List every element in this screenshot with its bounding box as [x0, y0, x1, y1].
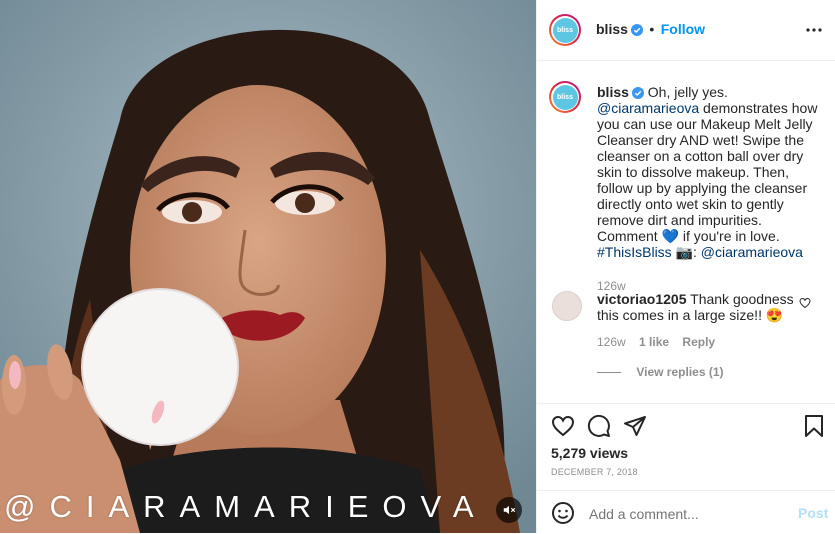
like-button[interactable] [551, 414, 575, 443]
heart-icon [799, 297, 811, 309]
header-separator: • [649, 21, 655, 37]
comment-input[interactable] [587, 503, 791, 525]
commenter-avatar[interactable] [552, 291, 582, 321]
save-button[interactable] [803, 414, 825, 443]
emoji-button[interactable] [551, 501, 575, 530]
header-username[interactable]: bliss [596, 21, 628, 37]
post-actions: 5,279 views DECEMBER 7, 2018 [537, 403, 835, 491]
smiley-icon [552, 502, 574, 524]
more-options-button[interactable] [805, 21, 823, 39]
verified-badge-icon [631, 87, 644, 100]
comment-like-button[interactable] [799, 296, 811, 314]
post-comment-button[interactable]: Post [798, 505, 828, 521]
share-button[interactable] [623, 414, 647, 443]
caption-hashtag[interactable]: #ThisIsBliss [597, 244, 672, 260]
post-media[interactable]: @CIARAMARIEOVA [0, 0, 536, 533]
creator-watermark: @CIARAMARIEOVA [4, 489, 488, 524]
comment-likes[interactable]: 1 like [639, 335, 669, 349]
caption-text-2: demonstrates how you can use our Makeup … [597, 100, 818, 244]
verified-badge-icon [630, 23, 643, 36]
bookmark-icon [805, 415, 823, 437]
post-side-panel: bliss bliss • Follow bliss bliss Oh, jel… [536, 0, 835, 533]
view-replies-button[interactable]: View replies (1) [636, 365, 723, 379]
comment-username[interactable]: victoriao1205 [597, 291, 687, 307]
bliss-logo: bliss [552, 84, 578, 110]
caption-mention-1[interactable]: @ciaramarieova [597, 100, 699, 116]
caption: bliss Oh, jelly yes. @ciaramarieova demo… [597, 84, 822, 294]
caption-username[interactable]: bliss [597, 84, 629, 100]
caption-avatar[interactable]: bliss [549, 81, 581, 113]
caption-text-1: Oh, jelly yes. [647, 84, 728, 100]
speaker-muted-icon [503, 505, 516, 515]
post-header: bliss bliss • Follow [537, 0, 835, 61]
more-options-icon [806, 28, 822, 32]
view-count[interactable]: 5,279 views [551, 445, 628, 461]
header-avatar[interactable]: bliss [549, 14, 581, 46]
bliss-logo: bliss [552, 17, 578, 43]
video-frame [0, 0, 536, 533]
comment-bubble-icon [587, 414, 610, 437]
paper-plane-icon [624, 416, 646, 436]
comment-time[interactable]: 126w [597, 335, 626, 349]
mute-button[interactable] [496, 497, 522, 523]
replies-divider [597, 372, 621, 374]
comment-reply-button[interactable]: Reply [682, 335, 715, 349]
post-date[interactable]: DECEMBER 7, 2018 [551, 467, 638, 477]
follow-button[interactable]: Follow [661, 21, 705, 37]
comments-section[interactable]: bliss bliss Oh, jelly yes. @ciaramarieov… [537, 61, 835, 403]
comment-button[interactable] [587, 414, 611, 443]
add-comment-bar: Post [537, 490, 835, 534]
caption-text-3: 📷: [675, 244, 697, 260]
caption-mention-2[interactable]: @ciaramarieova [701, 244, 803, 260]
heart-icon [551, 415, 575, 437]
